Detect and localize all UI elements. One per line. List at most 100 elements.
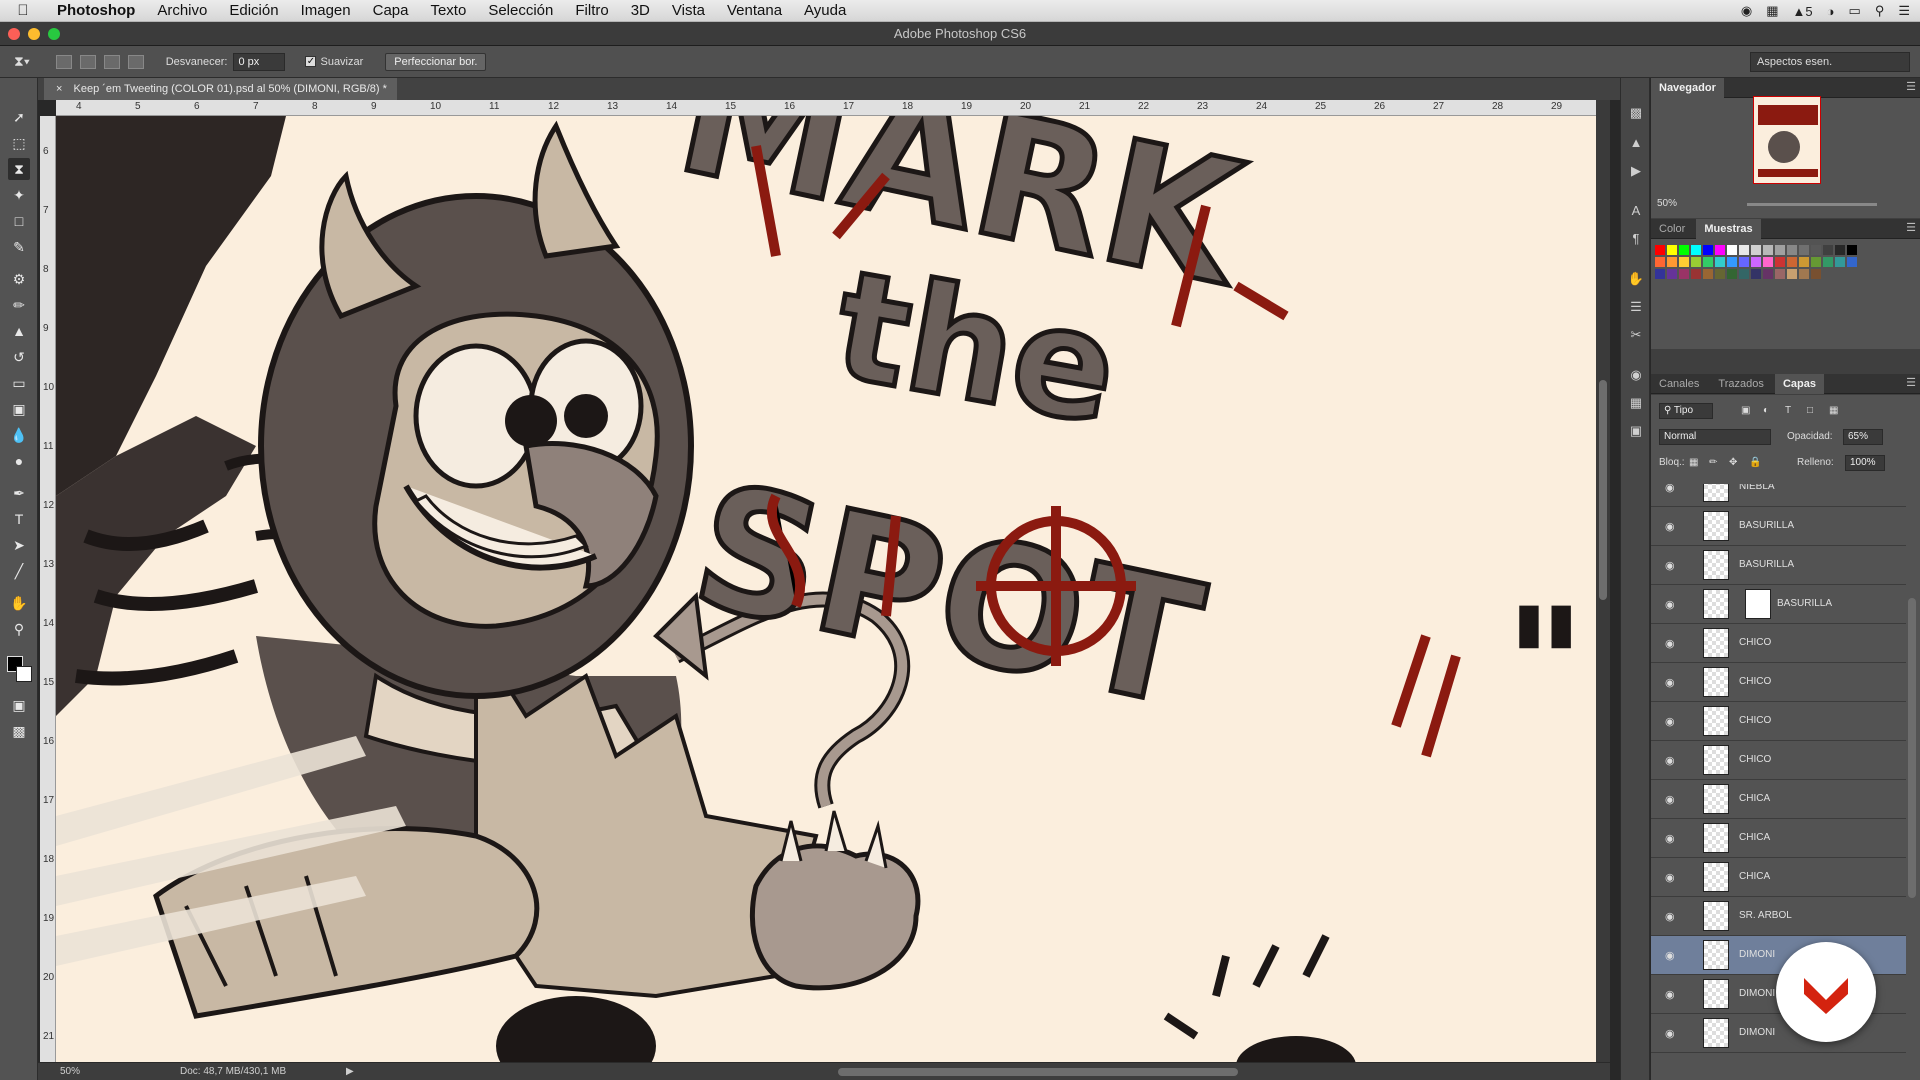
eye-icon[interactable]: ◉: [1665, 520, 1675, 533]
brush-presets-icon[interactable]: ▲: [1627, 134, 1645, 152]
menu-texto[interactable]: Texto: [419, 2, 477, 19]
color-swatch[interactable]: [1751, 245, 1761, 255]
layer-row[interactable]: ◉ CHICA: [1651, 858, 1906, 897]
healing-brush-tool-icon[interactable]: ⚙: [8, 268, 30, 290]
status-zoom[interactable]: 50%: [60, 1063, 80, 1080]
tab-color[interactable]: Color: [1651, 219, 1693, 239]
eye-icon[interactable]: ◉: [1665, 676, 1675, 689]
layers-scrollbar[interactable]: [1908, 598, 1916, 898]
paragraph-panel-icon[interactable]: ¶: [1627, 230, 1645, 248]
menu-capa[interactable]: Capa: [362, 2, 420, 19]
eye-icon[interactable]: ◉: [1665, 832, 1675, 845]
document-canvas[interactable]: MARK the SPOT ": [56, 116, 1596, 1062]
menu-ayuda[interactable]: Ayuda: [793, 2, 857, 19]
color-swatch[interactable]: [1667, 245, 1677, 255]
menu-ventana[interactable]: Ventana: [716, 2, 793, 19]
navigator-zoom-slider[interactable]: [1747, 203, 1877, 206]
shape-tool-icon[interactable]: ╱: [8, 560, 30, 582]
color-swatch[interactable]: [1739, 245, 1749, 255]
hand-tool-icon[interactable]: ✋: [8, 592, 30, 614]
pen-tool-icon[interactable]: ✒: [8, 482, 30, 504]
color-swatch[interactable]: [1811, 257, 1821, 267]
menu-imagen[interactable]: Imagen: [290, 2, 362, 19]
color-swatch[interactable]: [1787, 269, 1797, 279]
apple-icon[interactable]: : [0, 2, 46, 19]
info-panel-icon[interactable]: ◉: [1627, 366, 1645, 384]
workspace-select[interactable]: Aspectos esen.: [1750, 52, 1910, 72]
layer-row[interactable]: ◉ NIEBLA: [1651, 484, 1906, 507]
eraser-tool-icon[interactable]: ▭: [8, 372, 30, 394]
wifi-icon[interactable]: ◑: [1827, 4, 1835, 19]
color-swatch[interactable]: [1835, 245, 1845, 255]
notification-icon[interactable]: ☰: [1898, 3, 1910, 19]
intersect-selection-icon[interactable]: [127, 54, 144, 69]
menu-vista[interactable]: Vista: [661, 2, 716, 19]
color-swatch[interactable]: [1679, 245, 1689, 255]
tab-swatches[interactable]: Muestras: [1696, 219, 1761, 239]
layer-filter-select[interactable]: ⚲ Tipo: [1659, 403, 1713, 419]
color-swatch[interactable]: [1787, 257, 1797, 267]
navigator-thumbnail[interactable]: [1753, 96, 1821, 184]
eye-icon[interactable]: ◉: [1665, 637, 1675, 650]
color-swatch[interactable]: [1751, 269, 1761, 279]
lock-all-icon[interactable]: 🔒: [1749, 457, 1761, 468]
tab-layers[interactable]: Capas: [1774, 374, 1824, 394]
tab-paths[interactable]: Trazados: [1710, 374, 1771, 394]
color-swatch[interactable]: [1811, 245, 1821, 255]
color-swatch[interactable]: [1763, 269, 1773, 279]
layers-menu-icon[interactable]: ☰: [1906, 376, 1916, 389]
lasso-tool-icon[interactable]: ⧗: [8, 158, 30, 180]
layer-row[interactable]: ◉ CHICA: [1651, 780, 1906, 819]
color-swatch[interactable]: [1655, 245, 1665, 255]
color-swatch[interactable]: [1847, 257, 1857, 267]
filter-adjustment-icon[interactable]: ◐: [1763, 405, 1769, 416]
brush-tool-icon[interactable]: ✏: [8, 294, 30, 316]
filter-smart-object-icon[interactable]: ▦: [1829, 405, 1838, 416]
menu-3d[interactable]: 3D: [620, 2, 661, 19]
horizontal-scrollbar[interactable]: [838, 1068, 1238, 1076]
color-swatch[interactable]: [1715, 269, 1725, 279]
layer-row[interactable]: ◉ CHICO: [1651, 624, 1906, 663]
filter-type-icon[interactable]: T: [1785, 405, 1791, 416]
gradient-tool-icon[interactable]: ▣: [8, 398, 30, 420]
vertical-scrollbar[interactable]: [1596, 100, 1610, 1062]
color-swatch[interactable]: [1751, 257, 1761, 267]
menu-edicion[interactable]: Edición: [218, 2, 289, 19]
color-swatch[interactable]: [1775, 245, 1785, 255]
display-icon[interactable]: ▦: [1766, 3, 1778, 19]
layer-row[interactable]: ◉ BASURILLA: [1651, 585, 1906, 624]
path-selection-tool-icon[interactable]: ➤: [8, 534, 30, 556]
vertical-ruler[interactable]: 6 7 8 9 10 11 12 13 14 15 16 17 18 19 20 21: [40, 116, 56, 1062]
color-swatch[interactable]: [1667, 269, 1677, 279]
history-panel-icon[interactable]: ▩: [1627, 104, 1645, 122]
color-swatch[interactable]: [1835, 257, 1845, 267]
color-swatch[interactable]: [1715, 257, 1725, 267]
layer-row[interactable]: ◉ BASURILLA: [1651, 507, 1906, 546]
adobe-icon[interactable]: ▲5: [1793, 4, 1813, 19]
layer-row[interactable]: ◉ BASURILLA: [1651, 546, 1906, 585]
color-swatch[interactable]: [1823, 245, 1833, 255]
quick-mask-icon[interactable]: ▣: [8, 694, 30, 716]
color-swatch[interactable]: [1739, 257, 1749, 267]
refine-edge-button[interactable]: Perfeccionar bor.: [385, 52, 487, 71]
navigator-menu-icon[interactable]: ☰: [1906, 80, 1916, 93]
eye-icon[interactable]: ◉: [1665, 871, 1675, 884]
tool-presets-icon[interactable]: ✋: [1627, 270, 1645, 288]
color-swatch[interactable]: [1691, 257, 1701, 267]
color-swatch[interactable]: [1763, 257, 1773, 267]
actions-panel-icon[interactable]: ▶: [1627, 162, 1645, 180]
layer-row[interactable]: ◉ CHICO: [1651, 663, 1906, 702]
color-swatch[interactable]: [1727, 257, 1737, 267]
marquee-tool-icon[interactable]: ⬚: [8, 132, 30, 154]
eye-icon[interactable]: ◉: [1665, 910, 1675, 923]
tab-channels[interactable]: Canales: [1651, 374, 1707, 394]
menu-app[interactable]: Photoshop: [46, 2, 146, 19]
color-swatch[interactable]: [1775, 269, 1785, 279]
battery-icon[interactable]: ▭: [1849, 3, 1861, 19]
color-swatch[interactable]: [1655, 257, 1665, 267]
menu-seleccion[interactable]: Selección: [477, 2, 564, 19]
eye-icon[interactable]: ◉: [1665, 484, 1675, 494]
screen-mode-icon[interactable]: ▩: [8, 720, 30, 742]
subtract-selection-icon[interactable]: [103, 54, 120, 69]
eye-icon[interactable]: ◉: [1665, 793, 1675, 806]
